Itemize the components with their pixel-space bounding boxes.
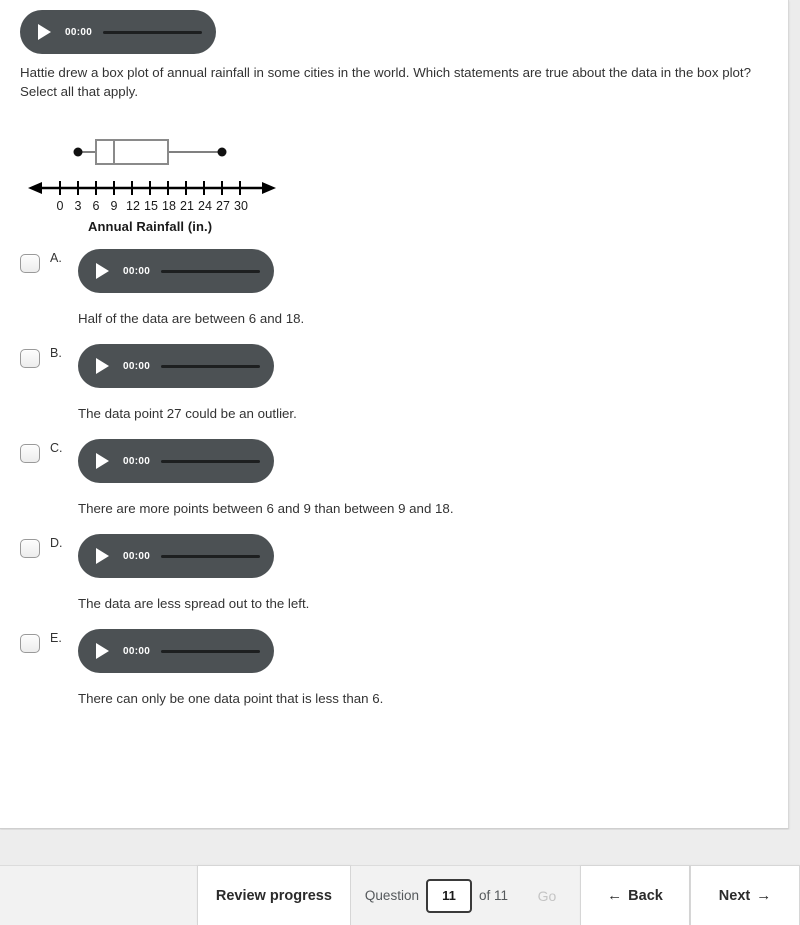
axis-tick-labels: 0 3 6 9 12 15 18 21 24 27 30 [57,199,248,213]
next-button-label: Next [718,887,751,904]
question-page: 00:00 Hattie drew a box plot of annual r… [0,0,800,925]
option-letter-c: C. [50,441,63,455]
play-triangle-icon[interactable] [96,358,109,374]
option-audio-player-b[interactable]: 00:00 [78,344,274,388]
box-plot-figure: 0 3 6 9 12 15 18 21 24 27 30 Annual Rain… [0,123,788,241]
option-audio-player-c[interactable]: 00:00 [78,439,274,483]
audio-progress-bar[interactable] [161,459,260,463]
option-letter-b: B. [50,346,62,360]
play-triangle-icon[interactable] [96,643,109,659]
option-checkbox-b[interactable] [20,349,40,368]
tick-label: 0 [57,199,64,213]
arrow-left-icon: ← [607,887,623,904]
option-body-e: 00:00 There can only be one data point t… [78,629,788,708]
audio-time-label: 00:00 [123,455,151,467]
option-letter-a: A. [50,251,62,265]
option-letter-e: E. [50,631,62,645]
bottom-navigation-bar: Review progress Question 11 of 11 Go ← B… [0,865,800,925]
arrow-right-icon: → [756,887,772,904]
option-checkbox-c[interactable] [20,444,40,463]
play-triangle-icon[interactable] [96,263,109,279]
option-body-d: 00:00 The data are less spread out to th… [78,534,788,613]
tick-label: 24 [198,199,212,213]
option-row-b: B. 00:00 The data point 27 could be an o… [0,344,788,423]
option-text-d: The data are less spread out to the left… [78,596,310,611]
tick-label: 9 [111,199,118,213]
next-button[interactable]: Next → [690,866,800,925]
option-audio-player-a[interactable]: 00:00 [78,249,274,293]
card-bottom-gap [0,830,800,865]
box-iqr [95,139,169,165]
tick-label: 21 [180,199,194,213]
tick-label: 6 [93,199,100,213]
option-checkbox-e[interactable] [20,634,40,653]
tick-label: 3 [75,199,82,213]
option-row-a: A. 00:00 Half of the data are between 6 … [0,249,788,328]
option-row-e: E. 00:00 There can only be one data poin… [0,629,788,708]
play-triangle-icon[interactable] [96,453,109,469]
tick-label: 27 [216,199,230,213]
back-button[interactable]: ← Back [580,866,690,925]
axis-arrow-left-icon [28,182,42,194]
tick-label: 30 [234,199,248,213]
min-point-marker [73,147,83,157]
audio-time-label: 00:00 [65,26,93,38]
audio-time-label: 00:00 [123,265,151,277]
option-text-b: The data point 27 could be an outlier. [78,406,297,421]
option-checkbox-a[interactable] [20,254,40,273]
answer-options-list: A. 00:00 Half of the data are between 6 … [0,249,788,708]
prompt-line-2: plot? [722,65,752,80]
play-triangle-icon[interactable] [38,24,51,40]
option-audio-player-e[interactable]: 00:00 [78,629,274,673]
audio-progress-bar[interactable] [161,364,260,368]
review-progress-button[interactable]: Review progress [196,866,351,925]
question-number-input[interactable]: 11 [425,878,472,913]
audio-progress-bar[interactable] [161,649,260,653]
tick-label: 18 [162,199,176,213]
audio-time-label: 00:00 [123,645,151,657]
question-content-card: 00:00 Hattie drew a box plot of annual r… [0,0,789,829]
option-text-e: There can only be one data point that is… [78,691,384,706]
audio-progress-bar[interactable] [161,269,260,273]
audio-time-label: 00:00 [123,360,151,372]
option-body-b: 00:00 The data point 27 could be an outl… [78,344,788,423]
back-button-label: Back [628,887,663,904]
audio-progress-bar[interactable] [161,554,260,558]
tick-label: 12 [126,199,140,213]
audio-progress-bar[interactable] [103,30,202,34]
option-row-c: C. 00:00 There are more points between 6… [0,439,788,518]
box-plot-svg: 0 3 6 9 12 15 18 21 24 27 30 [28,139,276,213]
tick-label: 15 [144,199,158,213]
option-letter-d: D. [50,536,63,550]
option-text-a: Half of the data are between 6 and 18. [78,311,305,326]
option-text-c: There are more points between 6 and 9 th… [78,501,454,516]
prompt-audio-player[interactable]: 00:00 [20,10,216,54]
chart-caption: Annual Rainfall (in.) [88,219,213,234]
question-total-label: of 11 [478,888,508,903]
question-label: Question [364,888,419,903]
go-button[interactable]: Go [514,866,580,925]
option-row-d: D. 00:00 The data are less spread out to… [0,534,788,613]
option-checkbox-d[interactable] [20,539,40,558]
option-body-c: 00:00 There are more points between 6 an… [78,439,788,518]
play-triangle-icon[interactable] [96,548,109,564]
prompt-line-1: Hattie drew a box plot of annual rainfal… [20,65,719,80]
option-body-a: 00:00 Half of the data are between 6 and… [78,249,788,328]
question-prompt: Hattie drew a box plot of annual rainfal… [20,63,762,101]
question-navigator: Question 11 of 11 [350,866,514,925]
option-audio-player-d[interactable]: 00:00 [78,534,274,578]
audio-time-label: 00:00 [123,550,151,562]
max-point-marker [217,147,227,157]
axis-arrow-right-icon [262,182,276,194]
prompt-line-3: Select all that apply. [20,84,139,99]
